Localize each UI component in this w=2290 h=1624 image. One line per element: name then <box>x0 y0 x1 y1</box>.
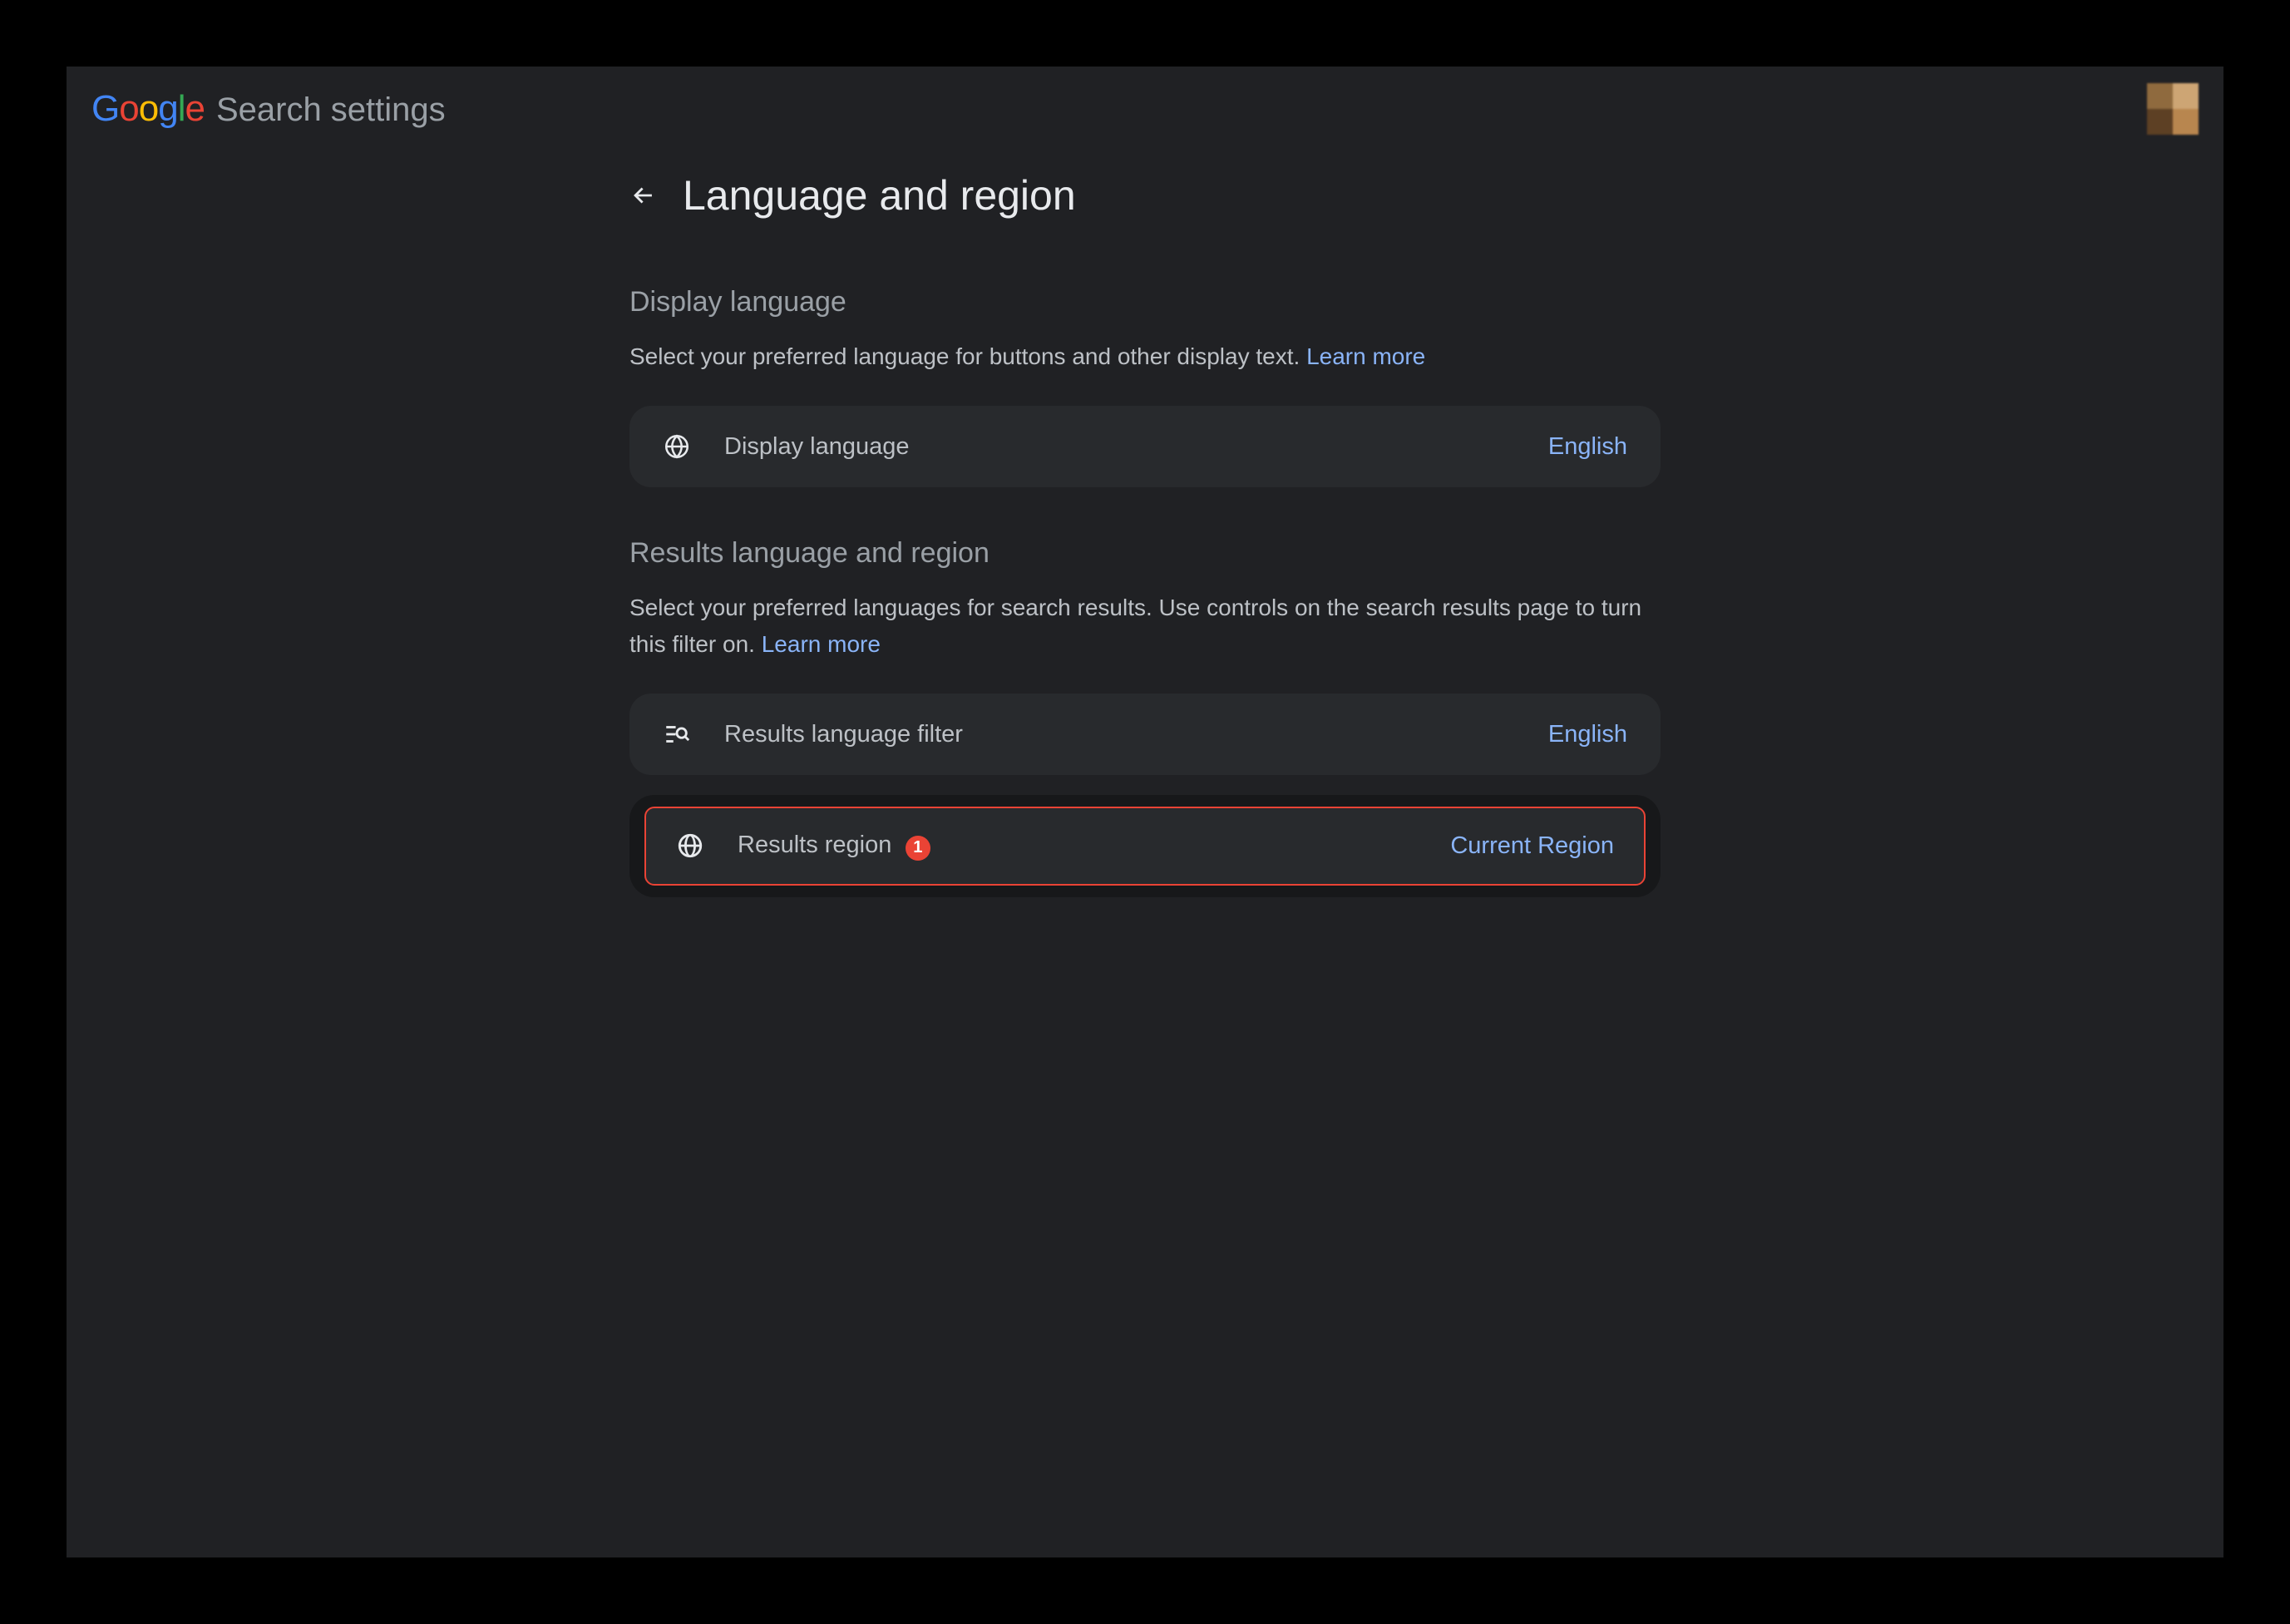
google-logo: Google <box>91 88 205 130</box>
card-left: Results language filter <box>663 720 963 748</box>
card-value: English <box>1548 433 1627 461</box>
card-value: English <box>1548 721 1627 748</box>
card-label: Results language filter <box>724 721 963 748</box>
section-description: Select your preferred language for butto… <box>629 338 1661 374</box>
learn-more-link[interactable]: Learn more <box>1306 343 1425 369</box>
notification-badge: 1 <box>906 836 930 861</box>
world-icon <box>676 832 704 860</box>
app-title: Search settings <box>216 91 446 129</box>
logo-line: Google Search settings <box>91 88 446 130</box>
top-bar: Google Search settings <box>67 67 2223 146</box>
section-desc-text: Select your preferred language for butto… <box>629 343 1306 369</box>
search-list-icon <box>663 720 691 748</box>
arrow-left-icon <box>629 181 658 210</box>
section-description: Select your preferred languages for sear… <box>629 590 1661 662</box>
learn-more-link[interactable]: Learn more <box>762 631 881 657</box>
app-frame: Google Search settings Language and regi… <box>67 67 2223 1557</box>
page-title: Language and region <box>683 171 1076 220</box>
globe-icon <box>663 432 691 461</box>
section-title: Display language <box>629 286 1661 318</box>
page-header: Language and region <box>629 171 1661 220</box>
back-button[interactable] <box>629 181 658 210</box>
card-label: Results region <box>738 832 891 858</box>
card-label: Display language <box>724 433 909 461</box>
avatar[interactable] <box>2147 83 2199 135</box>
section-title: Results language and region <box>629 537 1661 570</box>
card-left: Results region 1 <box>676 832 930 861</box>
results-language-filter-row[interactable]: Results language filter English <box>629 694 1661 775</box>
display-language-row[interactable]: Display language English <box>629 406 1661 487</box>
results-region-row[interactable]: Results region 1 Current Region <box>644 807 1646 886</box>
card-left: Display language <box>663 432 909 461</box>
content: Language and region Display language Sel… <box>629 171 1661 897</box>
section-display-language: Display language Select your preferred l… <box>629 286 1661 487</box>
section-results-language-region: Results language and region Select your … <box>629 537 1661 896</box>
label-with-badge: Results region 1 <box>738 832 930 861</box>
card-value: Current Region <box>1450 832 1614 860</box>
highlight-wrapper: Results region 1 Current Region <box>629 795 1661 897</box>
